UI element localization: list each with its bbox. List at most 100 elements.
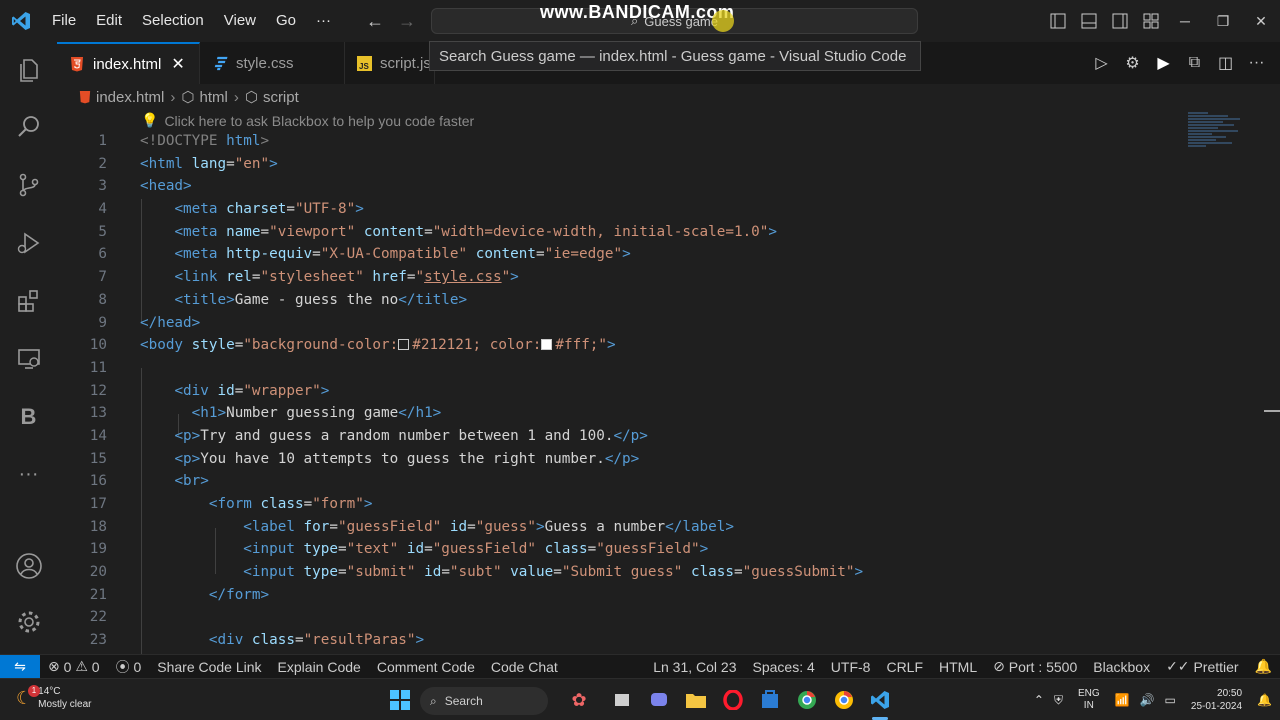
explorer-icon[interactable] [0,46,57,94]
status-bar: ⇋ ⊗ 0 ⚠ 0 ⦿ 0 Share Code Link Explain Co… [0,654,1280,679]
clock-date: 25-01-2024 [1190,701,1243,712]
breadcrumb-script[interactable]: ⬡ script [245,88,299,107]
indentation[interactable]: Spaces: 4 [745,659,823,675]
back-arrow-icon[interactable]: ← [359,11,391,32]
accounts-icon[interactable] [0,542,57,590]
volume-icon[interactable]: 🔊 [1140,693,1155,707]
menu-edit[interactable]: Edit [86,0,132,42]
notification-center-icon[interactable]: 🔔 [1257,693,1272,707]
code-line: 14 <p>Try and guess a random number betw… [57,425,1237,448]
menu-view[interactable]: View [214,0,266,42]
run-code-icon[interactable]: ▶ [1148,53,1179,73]
task-view-icon[interactable] [609,687,635,713]
more-views-icon[interactable]: ··· [0,450,57,498]
security-icon[interactable]: ⛨ [1054,693,1063,708]
teams-chat-icon[interactable] [646,687,672,713]
color-swatch-white[interactable] [541,339,553,351]
toggle-panel-icon[interactable] [1073,0,1104,42]
menu-selection[interactable]: Selection [132,0,214,42]
code-editor[interactable]: 💡 Click here to ask Blackbox to help you… [57,110,1280,654]
minimap[interactable] [1188,112,1244,156]
restore-icon[interactable]: ❐ [1204,0,1242,42]
windows-start-icon[interactable] [387,687,413,713]
file-explorer-icon[interactable] [683,687,709,713]
code-line: 21 </form> [57,584,1237,607]
problems-indicator[interactable]: ⊗ 0 ⚠ 0 [40,658,108,675]
share-code-link[interactable]: Share Code Link [149,659,269,675]
open-preview-icon[interactable]: ⧉ [1179,54,1210,72]
toggle-secondary-sidebar-icon[interactable] [1104,0,1135,42]
code-line: 16 <br> [57,470,1237,493]
chevron-up-icon[interactable]: ⌃ [1034,693,1044,707]
widgets-app-icon[interactable]: ✿ [566,687,592,713]
clock[interactable]: 20:50 25-01-2024 [1191,687,1242,713]
code-line: 22 [57,606,1237,629]
microsoft-store-icon[interactable] [757,687,783,713]
prettier-status[interactable]: ✓✓ Prettier [1158,658,1246,675]
code-line: 4 <meta charset="UTF-8"> [57,198,1237,221]
explain-code[interactable]: Explain Code [270,659,369,675]
opera-browser-icon[interactable] [720,687,746,713]
manage-gear-icon[interactable] [0,598,57,646]
close-window-icon[interactable]: ✕ [1242,0,1280,42]
tab-index-html[interactable]: index.html ✕ [57,42,200,84]
breadcrumb-file[interactable]: index.html [79,89,164,106]
run-debug-icon[interactable] [0,219,57,267]
split-editor-icon[interactable]: ◫ [1210,53,1241,73]
radio-tower-icon: ⦿ [115,658,130,675]
remote-indicator-icon[interactable]: ⇋ [0,654,40,679]
chrome-profile-icon[interactable] [831,687,857,713]
menu-go[interactable]: Go [266,0,306,42]
toggle-primary-sidebar-icon[interactable] [1042,0,1073,42]
notifications-bell-icon[interactable]: 🔔 [1247,658,1280,675]
tab-script-js[interactable]: JS script.js [345,42,435,84]
battery-icon[interactable]: ▭ [1165,693,1176,707]
menu-more[interactable]: ··· [306,0,341,42]
forward-arrow-icon[interactable]: → [391,11,423,32]
search-icon[interactable] [0,103,57,151]
remote-explorer-icon[interactable] [0,335,57,383]
blackbox-hint[interactable]: 💡 Click here to ask Blackbox to help you… [141,112,474,129]
ports-indicator[interactable]: ⦿ 0 [108,657,150,677]
line-number: 4 [98,201,107,218]
customize-layout-icon[interactable] [1135,0,1166,42]
line-number: 14 [89,427,107,444]
encoding[interactable]: UTF-8 [823,659,879,675]
language-mode[interactable]: HTML [931,659,985,675]
more-actions-icon[interactable]: ··· [1241,54,1272,72]
weather-widget[interactable]: ☾ 1 14°C Mostly clear [16,685,92,711]
comment-code[interactable]: Comment Code [369,659,483,675]
settings-gear-icon[interactable]: ⚙ [1117,53,1148,73]
line-number: 20 [89,564,107,581]
breadcrumb-html[interactable]: ⬡ html [181,88,227,107]
color-swatch-dark[interactable] [398,339,410,351]
live-server-port[interactable]: ⊘ Port : 5500 [985,658,1085,675]
code-line: 18 <label for="guessField" id="guess">Gu… [57,516,1237,539]
chrome-icon[interactable] [794,687,820,713]
notification-badge: 1 [28,685,40,697]
cursor-position[interactable]: Ln 31, Col 23 [645,659,744,675]
vscode-taskbar-icon[interactable] [867,687,893,713]
line-number: 22 [89,609,107,626]
title-bar: File Edit Selection View Go ··· ← → ⌕ Gu… [0,0,1280,42]
code-chat[interactable]: Code Chat [483,659,566,675]
source-control-icon[interactable] [0,161,57,209]
wifi-icon[interactable]: 📶 [1115,693,1130,707]
blackbox-status[interactable]: Blackbox [1085,659,1158,675]
end-of-line[interactable]: CRLF [878,659,931,675]
stylesheet-link[interactable]: style.css [424,269,501,285]
error-icon: ⊗ [48,658,60,674]
scrollbar-position-marker[interactable] [1264,410,1280,412]
run-file-icon[interactable]: ▷ [1086,53,1117,73]
extensions-icon[interactable] [0,277,57,325]
close-tab-icon[interactable]: ✕ [171,54,184,74]
code-line: 23 <div class="resultParas"> [57,629,1237,652]
taskbar-search[interactable]: ⌕ Search [420,687,548,715]
blackbox-icon[interactable]: B [0,393,57,441]
input-language[interactable]: ENG IN [1078,688,1100,712]
tab-style-css[interactable]: style.css [200,42,345,84]
menu-file[interactable]: File [42,0,86,42]
code-line: 3 <head> [57,175,1237,198]
minimize-icon[interactable]: ─ [1166,0,1204,42]
breadcrumb-file-label: index.html [96,88,165,106]
